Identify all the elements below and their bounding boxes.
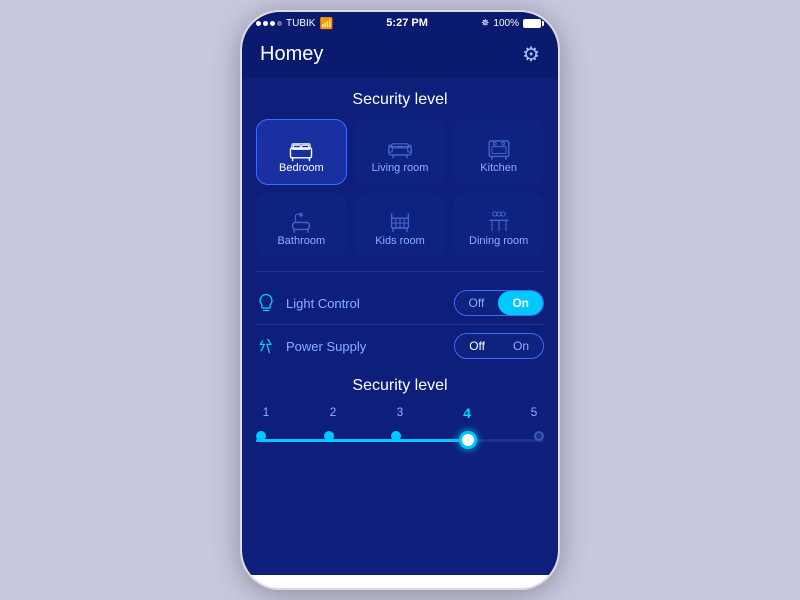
kids-room-label: Kids room — [375, 235, 425, 247]
carrier-label: TUBIK — [286, 18, 315, 29]
slider-dot-5 — [534, 431, 544, 441]
slider-label-2: 2 — [323, 405, 343, 421]
room-card-living-room[interactable]: Living room — [355, 119, 446, 185]
bulb-icon — [256, 293, 276, 313]
security-section: Security level 1 2 3 4 5 — [242, 367, 558, 469]
app-header: Homey ⚙ — [242, 34, 558, 77]
rooms-section-title: Security level — [242, 77, 558, 119]
room-card-kids-room[interactable]: Kids room — [355, 193, 446, 257]
phone-frame: TUBIK 📶 5:27 PM ✵ 100% Homey ⚙ Security … — [240, 10, 560, 590]
room-card-bathroom[interactable]: Bathroom — [256, 193, 347, 257]
battery-tip — [542, 21, 544, 26]
wifi-icon: 📶 — [319, 17, 333, 30]
settings-icon[interactable]: ⚙ — [522, 42, 540, 67]
slider-dot-2 — [324, 431, 334, 441]
status-right: ✵ 100% — [481, 18, 544, 29]
crib-icon — [386, 207, 414, 235]
signal-dot-2 — [263, 21, 268, 26]
slider-labels: 1 2 3 4 5 — [256, 405, 544, 421]
slider-label-1: 1 — [256, 405, 276, 421]
slider-label-5: 5 — [524, 405, 544, 421]
slider-dots — [256, 431, 544, 449]
security-section-title: Security level — [242, 377, 558, 405]
light-on-option[interactable]: On — [498, 291, 543, 315]
clock: 5:27 PM — [386, 17, 428, 29]
power-supply-label: Power Supply — [286, 339, 366, 354]
power-on-option[interactable]: On — [499, 334, 543, 358]
light-off-option[interactable]: Off — [455, 291, 499, 315]
slider-label-3: 3 — [390, 405, 410, 421]
light-control-row: Light Control Off On — [256, 282, 544, 325]
status-bar: TUBIK 📶 5:27 PM ✵ 100% — [242, 12, 558, 34]
slider-dot-1 — [256, 431, 266, 441]
power-supply-toggle[interactable]: Off On — [454, 333, 544, 359]
dining-room-label: Dining room — [469, 235, 528, 247]
slider-track-wrapper[interactable] — [256, 425, 544, 455]
controls-section: Light Control Off On Power Supply Of — [242, 282, 558, 367]
signal-dot-1 — [256, 21, 261, 26]
battery-icon — [523, 19, 544, 28]
light-control-left: Light Control — [256, 293, 360, 313]
light-control-toggle[interactable]: Off On — [454, 290, 544, 316]
security-slider-container: 1 2 3 4 5 — [242, 405, 558, 469]
signal-dot-4 — [277, 21, 282, 26]
sofa-icon — [386, 134, 414, 162]
signal-dots — [256, 21, 282, 26]
kitchen-label: Kitchen — [480, 162, 517, 174]
bedroom-label: Bedroom — [279, 162, 324, 174]
battery-body — [523, 19, 541, 28]
bed-icon — [287, 134, 315, 162]
bathroom-label: Bathroom — [277, 235, 325, 247]
battery-fill — [524, 20, 540, 27]
room-card-bedroom[interactable]: Bedroom — [256, 119, 347, 185]
divider-1 — [256, 271, 544, 272]
room-card-dining-room[interactable]: Dining room — [453, 193, 544, 257]
power-supply-row: Power Supply Off On — [256, 325, 544, 367]
signal-dot-3 — [270, 21, 275, 26]
power-icon — [256, 336, 276, 356]
living-room-label: Living room — [372, 162, 429, 174]
slider-label-4: 4 — [457, 405, 477, 421]
power-supply-left: Power Supply — [256, 336, 366, 356]
room-card-kitchen[interactable]: Kitchen — [453, 119, 544, 185]
battery-label: 100% — [493, 18, 519, 29]
light-control-label: Light Control — [286, 296, 360, 311]
bath-icon — [287, 207, 315, 235]
app-title: Homey — [260, 43, 323, 66]
slider-dot-3 — [391, 431, 401, 441]
slider-thumb[interactable] — [459, 431, 477, 449]
main-content: Security level Bedroom — [242, 77, 558, 575]
rooms-grid: Bedroom Living room — [242, 119, 558, 267]
power-off-option[interactable]: Off — [455, 334, 499, 358]
status-left: TUBIK 📶 — [256, 17, 333, 30]
stove-icon — [485, 134, 513, 162]
bluetooth-icon: ✵ — [481, 18, 489, 29]
dining-icon — [485, 207, 513, 235]
